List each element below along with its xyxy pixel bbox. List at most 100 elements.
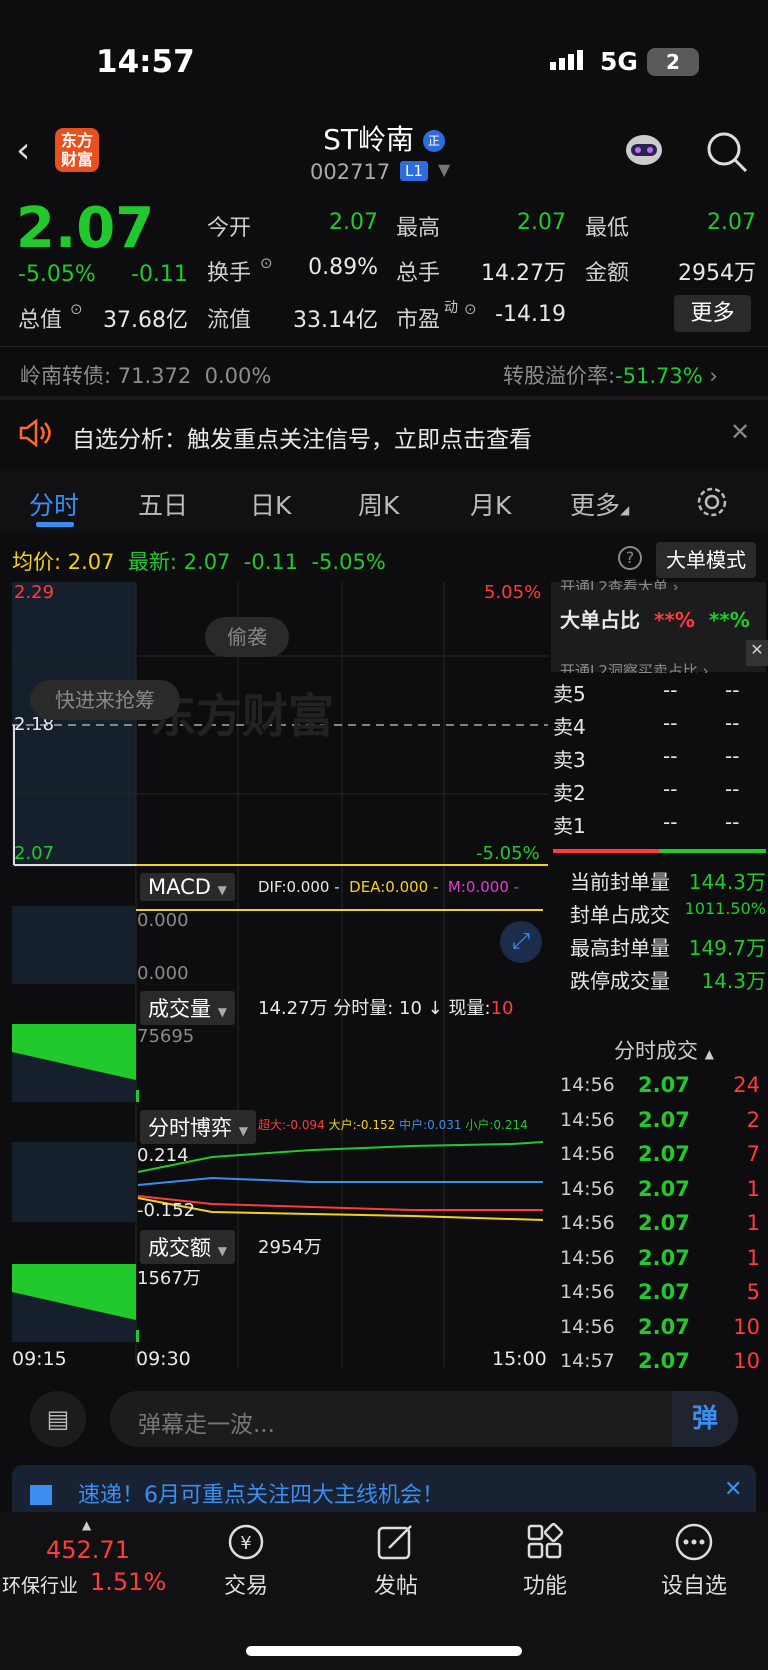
- price-info-bar: 均价: 2.07 最新: 2.07 -0.11 -5.05%: [12, 550, 386, 574]
- l2-promo[interactable]: 开通L2查看大单 ›: [560, 576, 679, 590]
- more-button[interactable]: 更多: [674, 295, 751, 332]
- signal-icon: [550, 50, 583, 70]
- news-banner[interactable]: 速递！6月可重点关注四大主线机会！ ✕: [12, 1465, 756, 1512]
- ticks-title[interactable]: 分时成交 ▲: [614, 1035, 714, 1065]
- sector-pct[interactable]: 1.51%: [90, 1568, 166, 1596]
- search-icon[interactable]: [705, 130, 749, 174]
- tag-bubble[interactable]: 偷袭: [205, 617, 289, 657]
- info-icon[interactable]: ⊙: [70, 300, 83, 318]
- chevron-down-icon[interactable]: ▼: [438, 160, 450, 179]
- help-icon[interactable]: ?: [618, 546, 642, 570]
- divider: [0, 346, 768, 347]
- big-order-mode-button[interactable]: 大单模式: [656, 542, 756, 578]
- amount-selector[interactable]: 成交额 ▼: [140, 1230, 235, 1264]
- volume-values: 14.27万 分时量: 10 ↓ 现量:10: [258, 998, 514, 1019]
- tick-row: 14:56 2.07 1: [560, 1211, 760, 1236]
- convertible-bond[interactable]: 岭南转债: 71.372 0.00%: [20, 360, 271, 390]
- tick-row: 14:57 2.07 10: [560, 1349, 760, 1374]
- pe-sup: 动: [444, 300, 458, 316]
- open-label: 今开: [207, 216, 252, 241]
- tab-daily[interactable]: 日K: [250, 486, 291, 522]
- mcap-label: 总值: [18, 308, 63, 333]
- time-axis-end: 15:00: [492, 1348, 547, 1370]
- nav-trade[interactable]: 交易: [196, 1568, 296, 1600]
- tag-bubble[interactable]: 快进来抢筹: [30, 680, 180, 720]
- premium-rate[interactable]: 转股溢价率:-51.73% ›: [503, 360, 718, 390]
- tab-monthly[interactable]: 月K: [470, 486, 511, 522]
- tick-row: 14:56 2.07 5: [560, 1280, 760, 1305]
- speaker-icon: [19, 418, 51, 448]
- game-axis-top: 0.214: [137, 1145, 189, 1166]
- change-amt: -0.11: [131, 262, 188, 287]
- amount-label: 金额: [585, 261, 630, 286]
- sector-index-value[interactable]: 452.71: [46, 1536, 130, 1564]
- tick-row: 14:56 2.07 2: [560, 1107, 760, 1132]
- tick-row: 14:56 2.07 7: [560, 1142, 760, 1167]
- danmu-list-icon[interactable]: ▤: [30, 1391, 86, 1447]
- post-icon[interactable]: [375, 1522, 417, 1562]
- time-axis-start: 09:15: [12, 1348, 67, 1370]
- danmu-send-button[interactable]: 弹: [672, 1391, 738, 1447]
- macd-selector[interactable]: MACD ▼: [140, 873, 235, 901]
- info-icon[interactable]: ⊙: [260, 254, 273, 272]
- tick-row: 14:56 2.07 10: [560, 1314, 760, 1339]
- margin-badge-icon: 正: [422, 130, 445, 152]
- features-grid-icon[interactable]: [524, 1522, 566, 1562]
- robot-assistant-icon[interactable]: [622, 130, 666, 170]
- tab-more[interactable]: 更多◢: [570, 486, 629, 522]
- tab-intraday[interactable]: 分时: [29, 486, 79, 522]
- close-icon[interactable]: ✕: [730, 418, 750, 446]
- trade-icon[interactable]: ¥: [225, 1522, 267, 1562]
- big-order-ratio: 大单占比 **% **%: [560, 608, 750, 632]
- high-label: 最高: [396, 216, 441, 241]
- turnover-value: 0.89%: [308, 255, 378, 280]
- tab-weekly[interactable]: 周K: [358, 486, 399, 522]
- low-label: 最低: [585, 216, 630, 241]
- time-axis-mid: 09:30: [136, 1348, 191, 1370]
- close-icon[interactable]: ✕: [724, 1477, 742, 1502]
- l2-promo-2[interactable]: 开通L2洞察买卖占比 ›: [560, 660, 709, 673]
- tick-row: 14:56 2.07 24: [560, 1073, 760, 1098]
- divider: [0, 396, 768, 400]
- low-value: 2.07: [707, 210, 756, 235]
- sector-name[interactable]: 环保行业: [2, 1571, 78, 1598]
- more-dots-icon[interactable]: [673, 1522, 715, 1562]
- volume-value: 14.27万: [481, 261, 566, 286]
- stock-code: 002717: [310, 160, 391, 184]
- amount-axis-max: 1567万: [137, 1268, 201, 1289]
- amount-value: 2954万: [678, 261, 756, 286]
- nav-post[interactable]: 发帖: [346, 1568, 446, 1600]
- high-value: 2.07: [517, 210, 566, 235]
- change-pct: -5.05%: [18, 262, 96, 287]
- expand-icon[interactable]: ⤢: [500, 921, 542, 963]
- home-indicator[interactable]: [246, 1646, 522, 1656]
- danmu-placeholder: 弹幕走一波...: [138, 1412, 275, 1438]
- stat-row: 封单占成交 1011.50%: [570, 899, 766, 927]
- turnover-label: 换手: [207, 261, 252, 286]
- volume-axis-max: 75695: [137, 1026, 195, 1047]
- macd-values: DIF:0.000 - DEA:0.000 - M:0.000 -: [258, 878, 520, 896]
- battery-icon: 2: [647, 48, 699, 76]
- order-book-row: 卖2 -- --: [553, 777, 740, 805]
- order-book-row: 卖4 -- --: [553, 711, 740, 739]
- stat-row: 当前封单量 144.3万: [570, 870, 766, 894]
- status-time: 14:57: [96, 44, 195, 80]
- settings-gear-icon[interactable]: [696, 486, 728, 518]
- level-badge[interactable]: L1: [400, 161, 428, 181]
- nav-add-watchlist[interactable]: 设自选: [644, 1568, 744, 1600]
- volume-selector[interactable]: 成交量 ▼: [140, 991, 235, 1025]
- game-axis-bot: -0.152: [137, 1200, 196, 1221]
- nav-features[interactable]: 功能: [495, 1568, 595, 1600]
- info-icon[interactable]: ⊙: [464, 300, 477, 318]
- game-selector[interactable]: 分时博弈 ▼: [140, 1110, 256, 1144]
- buy-sell-bar-green: [659, 849, 766, 853]
- order-book-row: 卖5 -- --: [553, 678, 740, 706]
- pct-axis-top: 5.05%: [484, 582, 542, 603]
- tick-list: 14:56 2.07 24 14:56 2.07 2 14:56 2.07 7 14:56 2…: [560, 1068, 760, 1379]
- alert-text[interactable]: 自选分析：触发重点关注信号，立即点击查看: [72, 420, 532, 454]
- pct-axis-bot: -5.05%: [476, 843, 540, 864]
- pe-label: 市盈: [396, 308, 441, 333]
- tab-five-day[interactable]: 五日: [138, 486, 188, 522]
- caret-up-icon: ▲: [82, 1518, 92, 1532]
- close-icon[interactable]: ✕: [746, 640, 768, 666]
